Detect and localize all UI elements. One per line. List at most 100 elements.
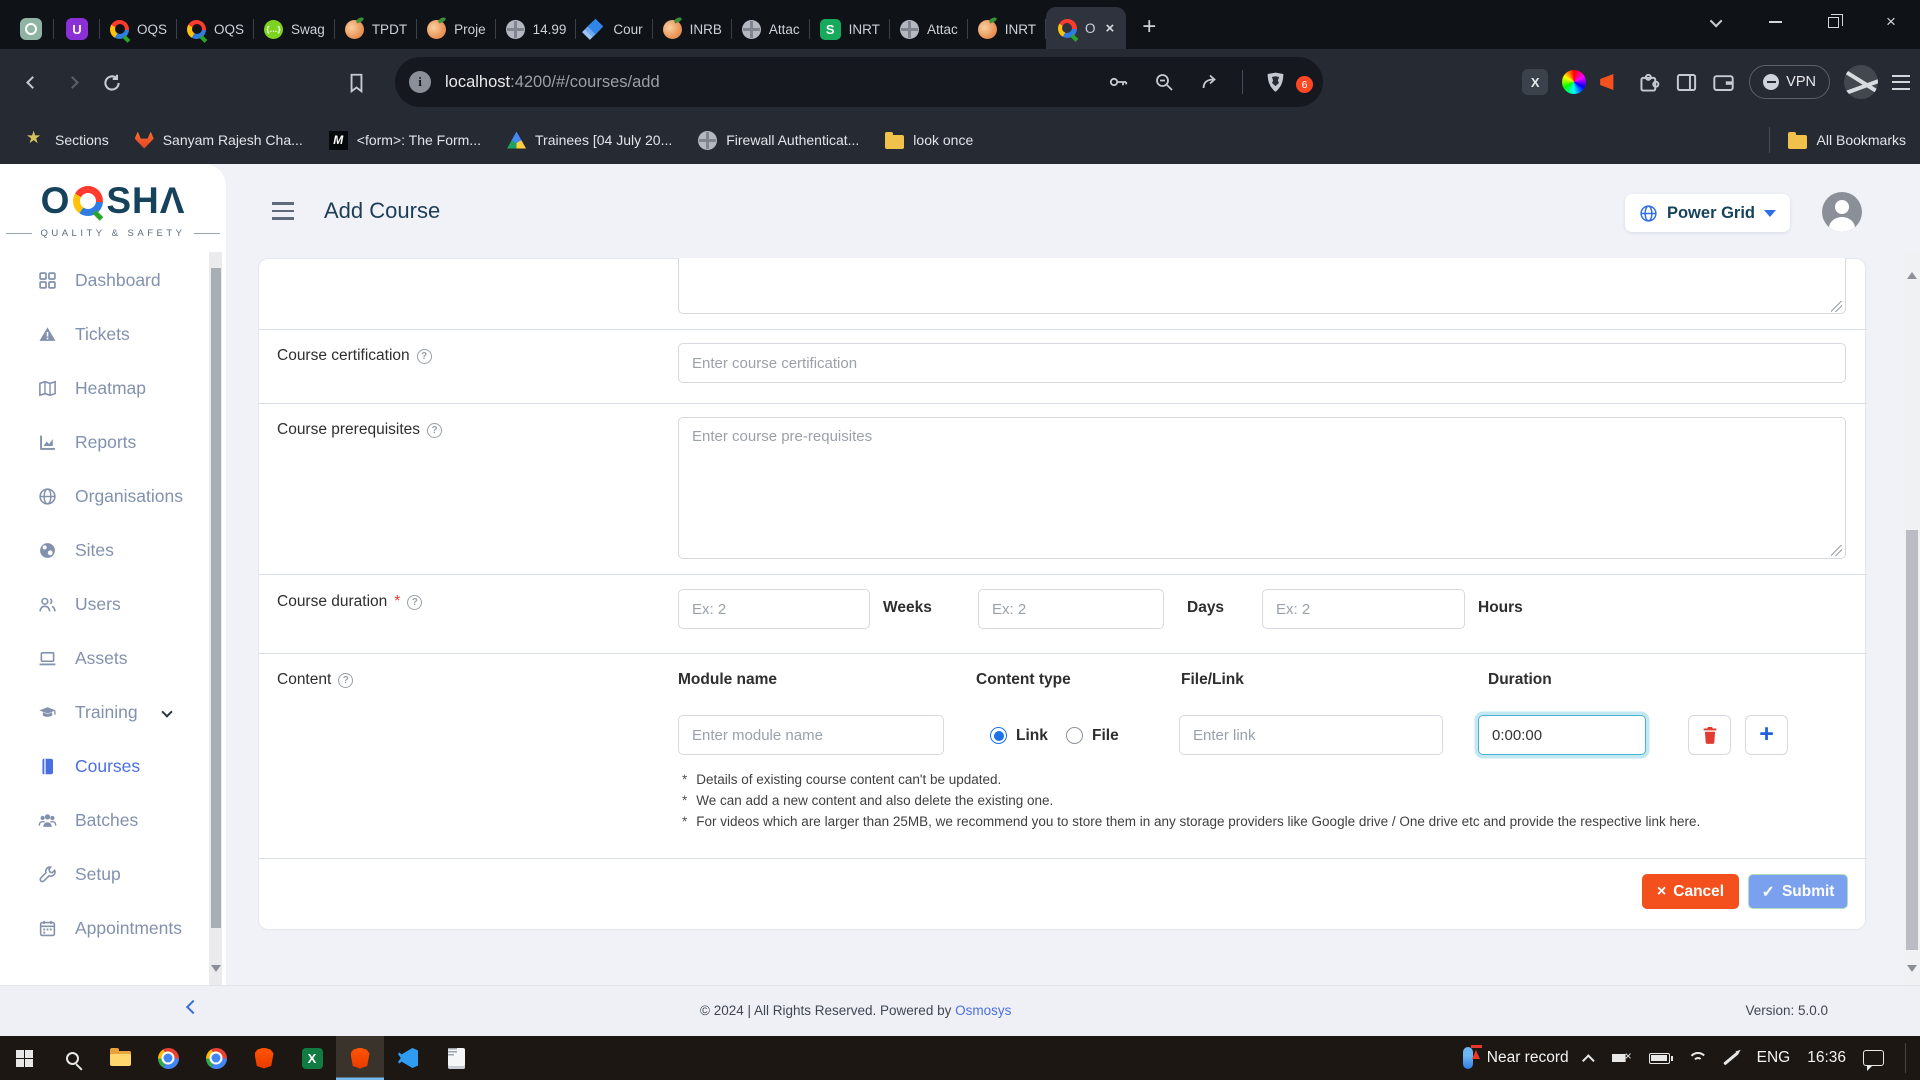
language-indicator[interactable]: ENG: [1757, 1049, 1791, 1067]
sidebar-item-assets[interactable]: Assets: [0, 638, 205, 678]
osmosys-link[interactable]: Osmosys: [955, 1003, 1011, 1018]
content-duration-input[interactable]: [1478, 715, 1646, 755]
link-input[interactable]: [1179, 715, 1443, 755]
browser-tab[interactable]: OQS: [100, 9, 177, 49]
taskbar-app-chrome[interactable]: [192, 1036, 240, 1080]
sidebar-item-dashboard[interactable]: Dashboard: [0, 260, 205, 300]
brave-shields-button[interactable]: [1255, 62, 1295, 102]
user-avatar[interactable]: [1822, 192, 1862, 232]
delete-content-button[interactable]: [1688, 715, 1731, 755]
close-button[interactable]: ×: [1862, 0, 1920, 44]
browser-tab[interactable]: 14.99: [496, 9, 577, 49]
address-bar[interactable]: i localhost:4200/#/courses/add 6: [395, 57, 1323, 107]
sidebar-item-training[interactable]: Training: [0, 692, 205, 732]
certification-input[interactable]: [678, 343, 1846, 383]
sidebar-item-batches[interactable]: Batches: [0, 800, 205, 840]
extensions-puzzle-icon[interactable]: [1638, 71, 1661, 94]
course-description-textarea-partial[interactable]: [678, 258, 1846, 314]
pen-icon[interactable]: [1723, 1051, 1739, 1065]
zoom-out-button[interactable]: [1144, 62, 1184, 102]
scroll-up-arrow[interactable]: [211, 255, 220, 264]
browser-tab[interactable]: Attac: [890, 9, 968, 49]
taskbar-app-brave[interactable]: [336, 1036, 384, 1080]
sidebar-hamburger-button[interactable]: [272, 202, 294, 220]
share-button[interactable]: [1190, 62, 1230, 102]
maximize-button[interactable]: [1804, 0, 1862, 44]
wallet-icon[interactable]: [1712, 71, 1735, 94]
sidebar-item-sites[interactable]: Sites: [0, 530, 205, 570]
sidebar-item-tickets[interactable]: Tickets: [0, 314, 205, 354]
tab-search-button[interactable]: [1688, 0, 1746, 44]
forward-button[interactable]: [52, 63, 92, 103]
site-info-icon[interactable]: i: [409, 71, 431, 93]
browser-menu-button[interactable]: [1892, 75, 1910, 90]
help-icon[interactable]: ?: [417, 349, 432, 364]
tab-close-icon[interactable]: ×: [1103, 20, 1116, 37]
vpn-button[interactable]: VPN: [1749, 65, 1830, 99]
sidebar-item-reports[interactable]: Reports: [0, 422, 205, 462]
browser-tab[interactable]: Cour: [576, 9, 652, 49]
scroll-up-arrow[interactable]: [1907, 255, 1916, 264]
org-selector[interactable]: Power Grid: [1625, 194, 1790, 232]
submit-button[interactable]: ✓Submit: [1748, 874, 1848, 909]
duration-hours-input[interactable]: [1262, 589, 1465, 629]
taskbar-app-vscode[interactable]: [384, 1036, 432, 1080]
bookmark-item[interactable]: <form>: The Form...: [329, 131, 481, 150]
notifications-icon[interactable]: [1863, 1050, 1884, 1066]
help-icon[interactable]: ?: [427, 423, 442, 438]
page-scrollbar[interactable]: [1904, 252, 1920, 985]
scroll-down-arrow[interactable]: [1907, 972, 1916, 981]
battery-icon[interactable]: [1649, 1053, 1670, 1064]
scroll-down-arrow[interactable]: [211, 972, 220, 981]
content-type-file-radio[interactable]: [1066, 727, 1083, 744]
browser-tab[interactable]: TPDT: [335, 9, 417, 49]
sidebar-toggle-icon[interactable]: [1675, 71, 1698, 94]
browser-tab[interactable]: Attac: [732, 9, 810, 49]
weather-widget[interactable]: Near record: [1463, 1047, 1569, 1069]
megaphone-extension-icon[interactable]: [1600, 72, 1624, 92]
browser-tab[interactable]: [54, 9, 100, 49]
sidebar-item-organisations[interactable]: Organisations: [0, 476, 205, 516]
content-type-link-label[interactable]: Link: [1016, 727, 1048, 745]
taskbar-app-win[interactable]: [0, 1036, 48, 1080]
wifi-icon[interactable]: [1687, 1051, 1705, 1065]
profile-avatar[interactable]: [1844, 65, 1878, 99]
bookmark-item[interactable]: look once: [885, 132, 973, 149]
reload-button[interactable]: [92, 63, 132, 103]
cancel-button[interactable]: ×Cancel: [1642, 874, 1739, 909]
scrollbar-thumb[interactable]: [211, 268, 221, 928]
help-icon[interactable]: ?: [407, 595, 422, 610]
bookmark-item[interactable]: Trainees [04 July 20...: [507, 132, 672, 149]
browser-tab[interactable]: Swag: [254, 9, 335, 49]
sidebar-scrollbar[interactable]: [209, 252, 222, 985]
module-name-input[interactable]: [678, 715, 944, 755]
taskbar-app-explorer[interactable]: [96, 1036, 144, 1080]
browser-tab[interactable]: OQS: [177, 9, 254, 49]
duration-weeks-input[interactable]: [678, 589, 870, 629]
browser-tab[interactable]: Proje: [417, 9, 496, 49]
add-content-button[interactable]: +: [1745, 715, 1788, 755]
password-key-button[interactable]: [1098, 62, 1138, 102]
taskbar-app-chrome[interactable]: [144, 1036, 192, 1080]
taskbar-app-notepad[interactable]: [432, 1036, 480, 1080]
help-icon[interactable]: ?: [338, 673, 353, 688]
bookmark-item[interactable]: Sections: [26, 130, 109, 150]
browser-tab[interactable]: INRB: [653, 9, 732, 49]
new-tab-button[interactable]: +: [1132, 10, 1166, 44]
scrollbar-thumb[interactable]: [1906, 530, 1918, 950]
x-extension-icon[interactable]: X: [1522, 69, 1548, 95]
content-type-link-radio[interactable]: [990, 727, 1007, 744]
color-wheel-extension-icon[interactable]: [1562, 70, 1586, 94]
sidebar-item-setup[interactable]: Setup: [0, 854, 205, 894]
back-button[interactable]: [12, 63, 52, 103]
browser-tab[interactable]: [8, 9, 54, 49]
prerequisites-textarea[interactable]: [678, 417, 1846, 559]
minimize-button[interactable]: [1746, 0, 1804, 44]
taskbar-app-search[interactable]: [48, 1036, 96, 1080]
sidebar-collapse-button[interactable]: [186, 1000, 200, 1014]
content-type-file-label[interactable]: File: [1092, 727, 1119, 745]
show-desktop-divider[interactable]: [1905, 1043, 1906, 1073]
resize-grip[interactable]: [1831, 301, 1842, 312]
speaker-muted-icon[interactable]: [1612, 1050, 1632, 1066]
taskbar-app-excel[interactable]: X: [288, 1036, 336, 1080]
